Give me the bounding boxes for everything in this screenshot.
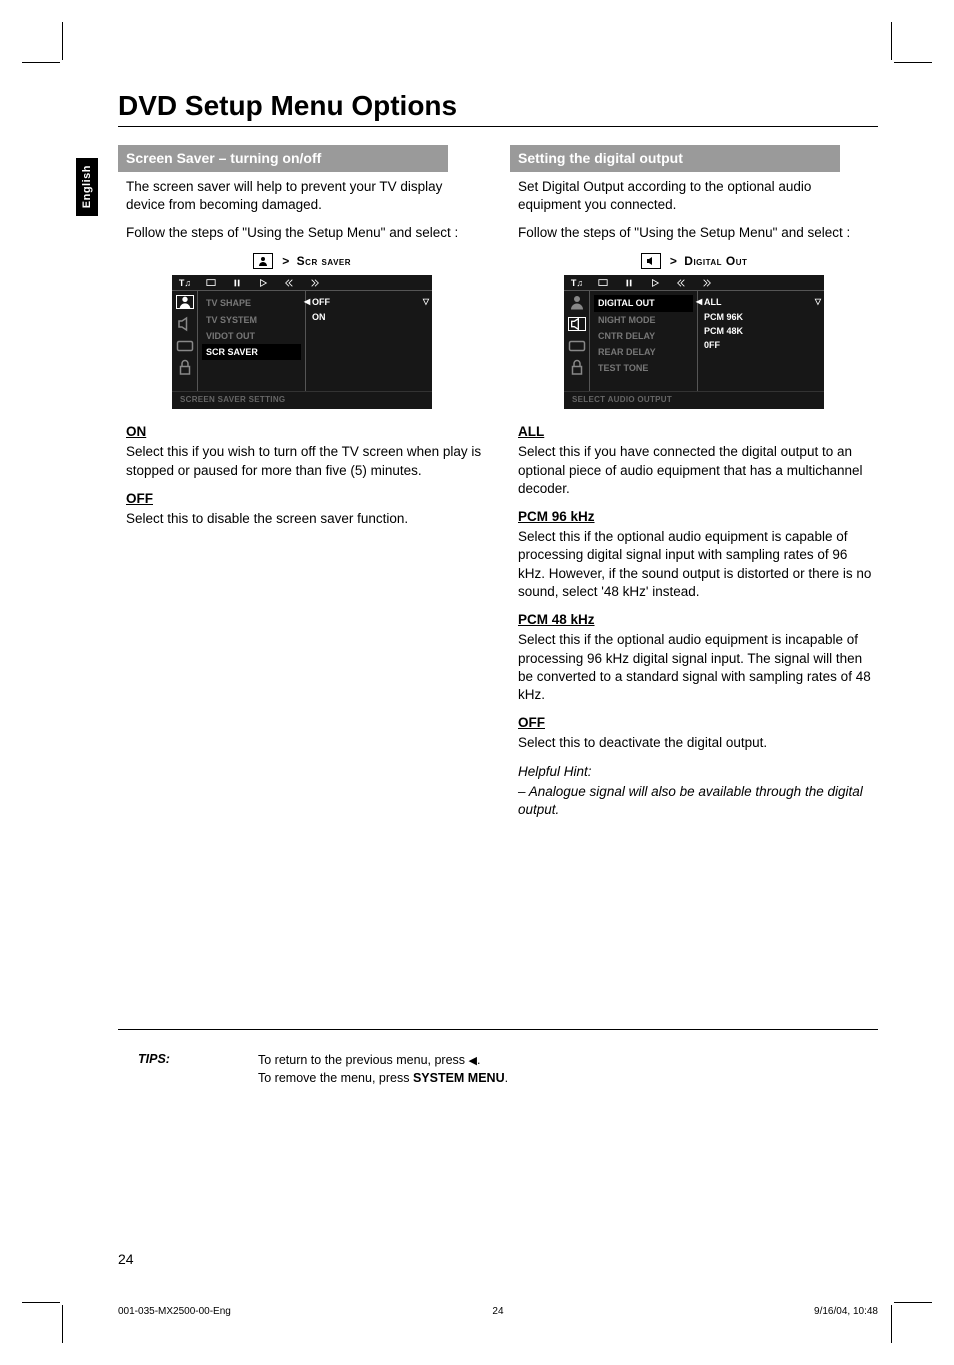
osd-side-person-icon [568, 295, 586, 309]
hint-heading: Helpful Hint: [518, 763, 878, 781]
osd-tab-rew-icon [276, 275, 302, 290]
digitalout-intro: Set Digital Output according to the opti… [510, 178, 878, 214]
tips-body: To return to the previous menu, press ◀.… [258, 1052, 878, 1087]
option-text-on: Select this if you wish to turn off the … [126, 443, 486, 479]
page-title: DVD Setup Menu Options [118, 90, 878, 122]
option-text-off: Select this to disable the screen saver … [126, 510, 486, 528]
osd-sub-item: OFF [310, 295, 428, 309]
tips-label: TIPS: [138, 1052, 258, 1066]
menu-label-digitalout: Digital Out [684, 254, 747, 268]
osd-item-selected: SCR SAVER [202, 344, 301, 360]
option-text-off2: Select this to deactivate the digital ou… [518, 734, 878, 752]
osd-item-selected: DIGITAL OUT [594, 295, 693, 311]
tips-line1b: . [477, 1053, 480, 1067]
page-number: 24 [118, 1251, 134, 1267]
screensaver-intro: The screen saver will help to prevent yo… [118, 178, 486, 214]
language-tab: English [76, 158, 98, 216]
tips-line1a: To return to the previous menu, press [258, 1053, 469, 1067]
triangle-left-icon: ◀ [469, 1055, 477, 1067]
osd-tab-tv-icon [590, 275, 616, 290]
osd-sub-item: PCM 48K [702, 324, 820, 338]
footer-page: 24 [371, 1306, 624, 1317]
option-text-pcm48: Select this if the optional audio equipm… [518, 631, 878, 704]
osd-item: TV SHAPE [202, 295, 301, 311]
triangle-down-icon: ▽ [423, 297, 429, 308]
triangle-left-icon: ◀ [304, 297, 310, 308]
section-header-screensaver: Screen Saver – turning on/off [118, 145, 448, 172]
tips-rule [118, 1029, 878, 1030]
osd-tab-color-icon [224, 275, 250, 290]
osd-tab-tv-icon [198, 275, 224, 290]
option-heading-pcm96: PCM 96 kHz [518, 508, 878, 526]
osd-tab-ffwd-icon [694, 275, 720, 290]
osd-footer: SELECT AUDIO OUTPUT [564, 391, 824, 409]
osd-tab-play-icon [642, 275, 668, 290]
option-heading-on: ON [126, 423, 486, 441]
osd-graphic-screensaver: > Scr saver T♫ [172, 253, 432, 410]
footer-timestamp: 9/16/04, 10:48 [625, 1306, 878, 1317]
osd-item: CNTR DELAY [594, 328, 693, 344]
print-footer: 001-035-MX2500-00-Eng 24 9/16/04, 10:48 [118, 1306, 878, 1317]
tips-line2c: . [505, 1071, 508, 1085]
menu-label-scrsaver: Scr saver [297, 254, 351, 268]
section-header-digitalout: Setting the digital output [510, 145, 840, 172]
chevron-right-icon: > [282, 254, 289, 268]
osd-side-speaker-icon [568, 317, 586, 331]
tips-row: TIPS: To return to the previous menu, pr… [118, 1046, 878, 1087]
osd-side-subtitle-icon [568, 339, 586, 353]
osd-item: TEST TONE [594, 360, 693, 376]
osd-item: VIDOT OUT [202, 328, 301, 344]
osd-tab-ffwd-icon [302, 275, 328, 290]
option-heading-all: ALL [518, 423, 878, 441]
osd-tab-play-icon [250, 275, 276, 290]
osd-side-subtitle-icon [176, 339, 194, 353]
osd-tab-color-icon [616, 275, 642, 290]
right-column: Setting the digital output Set Digital O… [510, 143, 878, 829]
person-icon [253, 253, 273, 269]
triangle-left-icon: ◀ [696, 297, 702, 308]
hint-text: – Analogue signal will also be available… [518, 783, 878, 819]
option-text-pcm96: Select this if the optional audio equipm… [518, 528, 878, 601]
option-text-all: Select this if you have connected the di… [518, 443, 878, 498]
screensaver-steps: Follow the steps of "Using the Setup Men… [118, 224, 486, 242]
digitalout-steps: Follow the steps of "Using the Setup Men… [510, 224, 878, 242]
language-label: English [81, 165, 93, 208]
tips-line2a: To remove the menu, press [258, 1071, 413, 1085]
triangle-down-icon: ▽ [815, 297, 821, 308]
osd-sub-item: ALL [702, 295, 820, 309]
osd-side-lock-icon [176, 361, 194, 375]
osd-graphic-digitalout: > Digital Out T♫ [564, 253, 824, 410]
osd-tab-text-icon: T♫ [564, 275, 590, 290]
osd-item: NIGHT MODE [594, 312, 693, 328]
osd-sub-item: 0FF [702, 338, 820, 352]
osd-side-lock-icon [568, 361, 586, 375]
speaker-icon [641, 253, 661, 269]
osd-sub-item: ON [310, 310, 428, 324]
option-heading-pcm48: PCM 48 kHz [518, 611, 878, 629]
footer-filename: 001-035-MX2500-00-Eng [118, 1306, 371, 1317]
osd-item: TV SYSTEM [202, 312, 301, 328]
osd-side-speaker-icon [176, 317, 194, 331]
osd-item: REAR DELAY [594, 344, 693, 360]
osd-footer: SCREEN SAVER SETTING [172, 391, 432, 409]
left-column: Screen Saver – turning on/off The screen… [118, 143, 486, 829]
title-rule [118, 126, 878, 127]
osd-tab-text-icon: T♫ [172, 275, 198, 290]
osd-sub-item: PCM 96K [702, 310, 820, 324]
tips-system-menu: SYSTEM MENU [413, 1071, 505, 1085]
osd-side-person-icon [176, 295, 194, 309]
chevron-right-icon: > [670, 254, 677, 268]
osd-tab-rew-icon [668, 275, 694, 290]
option-heading-off2: OFF [518, 714, 878, 732]
option-heading-off: OFF [126, 490, 486, 508]
